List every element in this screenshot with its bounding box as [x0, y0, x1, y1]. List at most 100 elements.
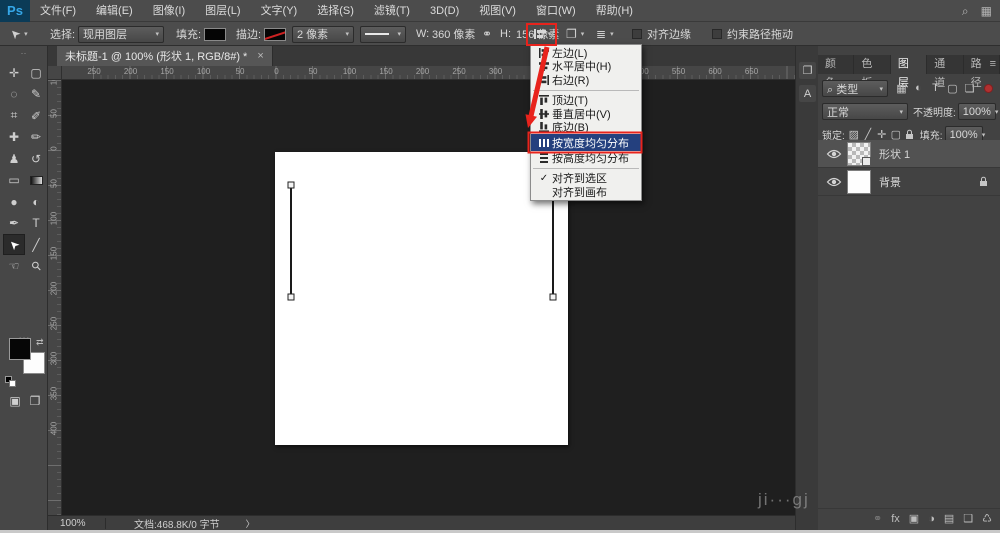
line-tool[interactable]: ╱: [25, 234, 47, 255]
path-selection-tool[interactable]: ➤: [3, 234, 25, 255]
path-alignment-icon[interactable]: ▾: [531, 22, 553, 46]
eraser-tool[interactable]: ▭: [3, 170, 25, 191]
workspace-switcher-icon[interactable]: ▦: [981, 4, 992, 18]
layer-row-background[interactable]: 背景: [818, 168, 1000, 196]
dodge-tool[interactable]: ◐: [25, 191, 47, 212]
default-colors-icon[interactable]: [5, 376, 18, 388]
opacity-field[interactable]: 100%▾: [958, 103, 996, 120]
delete-layer-icon[interactable]: ♺: [982, 512, 992, 525]
clone-stamp-tool[interactable]: ♟: [3, 148, 25, 169]
lasso-tool[interactable]: ◌: [3, 84, 25, 105]
blend-mode-dropdown[interactable]: 正常▾: [822, 103, 908, 120]
menu-item-右边(R)[interactable]: 右边(R): [531, 73, 641, 87]
menu-文字(Y)[interactable]: 文字(Y): [251, 0, 308, 22]
layer-filter-toggle[interactable]: [984, 84, 993, 93]
fill-swatch[interactable]: [204, 28, 226, 41]
align-edges-checkbox[interactable]: [632, 29, 642, 39]
layer-row-shape1[interactable]: 形状 1: [818, 140, 1000, 168]
brush-tool[interactable]: ✏: [25, 127, 47, 148]
healing-brush-tool[interactable]: ✚: [3, 127, 25, 148]
width-value[interactable]: 360 像素: [432, 22, 475, 46]
swap-colors-icon[interactable]: ⇄: [36, 337, 44, 348]
panel-tab-通道[interactable]: 通道: [927, 55, 963, 74]
layer-filter-icon-1[interactable]: ◐: [910, 82, 927, 95]
new-group-icon[interactable]: ▤: [944, 512, 954, 525]
hand-tool[interactable]: ☜: [3, 256, 25, 277]
history-brush-tool[interactable]: ↺: [25, 148, 47, 169]
collapsed-panel-swatch-icon[interactable]: ❐: [799, 62, 816, 79]
zoom-level-field[interactable]: 100%: [60, 518, 106, 529]
v-ruler-label: 150: [50, 244, 59, 264]
visibility-eye-icon[interactable]: [825, 177, 843, 187]
menu-文件(F)[interactable]: 文件(F): [30, 0, 86, 22]
select-mode-dropdown[interactable]: 现用图层▾: [78, 26, 164, 43]
h-ruler-label: 200: [120, 67, 142, 76]
quick-mask-icon[interactable]: ▣: [4, 390, 26, 411]
layer-filter-type-dropdown[interactable]: ⌕ 类型▾: [822, 80, 888, 97]
layer-style-icon[interactable]: fx: [891, 513, 900, 525]
menu-item-按高度均匀分布[interactable]: 按高度均匀分布: [531, 151, 641, 165]
screen-mode-icon[interactable]: ❐: [24, 390, 46, 411]
menu-bar-items: 文件(F)编辑(E)图像(I)图层(L)文字(Y)选择(S)滤镜(T)3D(D)…: [30, 0, 643, 22]
ps-logo: Ps: [0, 0, 30, 22]
marquee-tool[interactable]: ▢: [25, 62, 47, 83]
visibility-eye-icon[interactable]: [825, 149, 843, 159]
stroke-width-field[interactable]: 2 像素▾: [292, 26, 354, 43]
path-operations-icon[interactable]: ❐▾: [566, 22, 584, 46]
layer-filter-icon-3[interactable]: ▢: [944, 82, 961, 95]
document-tab[interactable]: 未标题-1 @ 100% (形状 1, RGB/8#) * ×: [57, 46, 273, 66]
move-tool[interactable]: ✛: [3, 62, 25, 83]
layer-name[interactable]: 形状 1: [879, 146, 910, 162]
close-tab-icon[interactable]: ×: [257, 50, 263, 62]
layer-thumbnail[interactable]: [847, 142, 871, 166]
panel-menu-icon[interactable]: ≡: [990, 58, 996, 70]
panel-tab-图层[interactable]: 图层: [891, 55, 927, 74]
adjustment-layer-icon[interactable]: ◑: [928, 513, 935, 525]
crop-tool[interactable]: ⌗: [3, 105, 25, 126]
constrain-path-checkbox[interactable]: [712, 29, 722, 39]
menu-item-按宽度均匀分布[interactable]: 按宽度均匀分布: [531, 134, 641, 151]
layer-filter-icon-2[interactable]: T: [927, 82, 944, 95]
layer-filter-icon-4[interactable]: ❏: [961, 82, 978, 95]
new-layer-icon[interactable]: ❑: [963, 512, 973, 525]
panel-tab-色板[interactable]: 色板: [854, 55, 890, 74]
collapsed-panel-character-icon[interactable]: A: [799, 85, 816, 102]
type-tool[interactable]: T: [25, 213, 47, 234]
layer-mask-icon[interactable]: ▣: [909, 512, 919, 525]
toolbar-grip[interactable]: ‥: [0, 46, 47, 58]
menu-选择(S)[interactable]: 选择(S): [307, 0, 364, 22]
vertical-ruler[interactable]: 10050050100150200250300350400: [48, 80, 62, 515]
link-dimensions-icon[interactable]: ⚭: [482, 22, 492, 46]
foreground-color-swatch[interactable]: [9, 338, 31, 360]
gradient-tool[interactable]: [25, 170, 47, 191]
search-icon[interactable]: ⌕: [962, 4, 969, 19]
menu-视图(V)[interactable]: 视图(V): [469, 0, 526, 22]
menu-窗口(W)[interactable]: 窗口(W): [526, 0, 586, 22]
path-arrange-icon[interactable]: ≣▾: [596, 22, 614, 46]
link-layers-icon[interactable]: ⚭: [873, 512, 882, 525]
fill-label: 填充:: [176, 22, 201, 46]
horizontal-ruler[interactable]: 2502001501005005010015020025030050055060…: [62, 66, 795, 80]
status-options-chevron[interactable]: 〉: [246, 517, 255, 530]
stroke-swatch[interactable]: [264, 28, 286, 41]
eyedropper-tool[interactable]: ✐: [25, 105, 47, 126]
menu-item-对齐到画布[interactable]: 对齐到画布: [531, 185, 641, 199]
pen-tool[interactable]: ✒: [3, 213, 25, 234]
menu-图层(L)[interactable]: 图层(L): [195, 0, 250, 22]
layer-thumbnail[interactable]: [847, 170, 871, 194]
menu-item-底边(B)[interactable]: 底边(B): [531, 121, 641, 135]
menu-滤镜(T)[interactable]: 滤镜(T): [364, 0, 420, 22]
menu-编辑(E)[interactable]: 编辑(E): [86, 0, 143, 22]
menu-帮助(H)[interactable]: 帮助(H): [586, 0, 643, 22]
layer-name[interactable]: 背景: [879, 174, 901, 190]
zoom-tool[interactable]: ⚲: [25, 256, 47, 277]
panel-tab-颜色[interactable]: 颜色: [818, 55, 854, 74]
stroke-style-dropdown[interactable]: ▾: [360, 26, 406, 43]
lock-all-icon[interactable]: [905, 129, 914, 140]
menu-图像(I)[interactable]: 图像(I): [143, 0, 195, 22]
layer-filter-icon-0[interactable]: ▦: [893, 82, 910, 95]
blur-tool[interactable]: ●: [3, 191, 25, 212]
menu-3D(D)[interactable]: 3D(D): [420, 0, 469, 22]
quick-selection-tool[interactable]: ✎: [25, 84, 47, 105]
canvas[interactable]: [275, 152, 568, 445]
